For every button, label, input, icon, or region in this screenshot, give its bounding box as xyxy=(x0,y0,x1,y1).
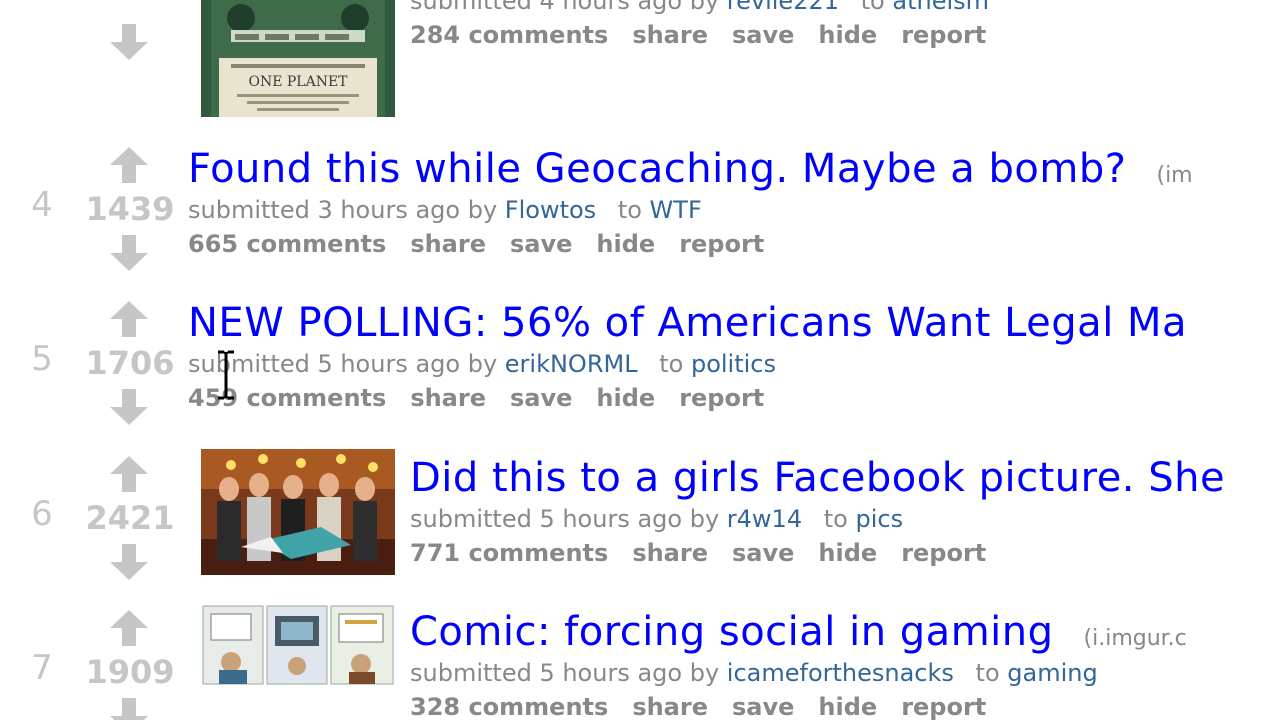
comments-link[interactable]: 665 comments xyxy=(188,230,386,258)
post-buttons: 771 comments share save hide report xyxy=(410,536,1255,570)
report-button[interactable]: report xyxy=(679,384,764,412)
post-buttons: 328 comments share save hide report xyxy=(410,690,1187,720)
subreddit-link[interactable]: gaming xyxy=(1007,659,1097,687)
save-button[interactable]: save xyxy=(732,539,794,567)
submitted-text: submitted 5 hours ago by xyxy=(410,505,720,533)
post-thumbnail[interactable] xyxy=(201,604,395,686)
thumbnail-image xyxy=(201,449,395,575)
post-thumbnail[interactable]: ONE PLANET xyxy=(201,0,395,117)
report-button[interactable]: report xyxy=(901,693,986,720)
post-rank: 5 xyxy=(31,339,53,379)
to-text: to xyxy=(860,0,885,15)
post-entry: submitted 4 hours ago by revlle221 to at… xyxy=(410,0,1010,52)
hide-button[interactable]: hide xyxy=(818,539,877,567)
vote-column xyxy=(78,0,182,74)
reddit-listing: ONE PLANET submitted 4 hours ago by revl… xyxy=(0,0,1280,720)
vote-column: 1909 xyxy=(78,608,182,720)
upvote-arrow-icon[interactable] xyxy=(107,299,151,339)
vote-column: 1706 xyxy=(78,299,182,439)
author-link[interactable]: r4w14 xyxy=(727,505,802,533)
post-domain[interactable]: (i.imgur.c xyxy=(1084,626,1187,651)
thumbnail-image: ONE PLANET xyxy=(201,0,395,117)
upvote-arrow-icon[interactable] xyxy=(107,454,151,494)
to-text: to xyxy=(617,196,642,224)
post-title-link[interactable]: Did this to a girls Facebook picture. Sh… xyxy=(410,454,1255,502)
post-rank: 6 xyxy=(31,494,53,534)
share-button[interactable]: share xyxy=(632,693,708,720)
to-text: to xyxy=(659,350,684,378)
downvote-arrow-icon[interactable] xyxy=(107,233,151,273)
subreddit-link[interactable]: WTF xyxy=(650,196,702,224)
to-text: to xyxy=(975,659,1000,687)
text-cursor-icon xyxy=(218,350,234,400)
author-link[interactable]: icameforthesnacks xyxy=(727,659,954,687)
downvote-arrow-icon[interactable] xyxy=(107,542,151,582)
post-title[interactable]: NEW POLLING: 56% of Americans Want Legal… xyxy=(188,300,1187,346)
post-entry: Comic: forcing social in gaming (i.imgur.… xyxy=(410,608,1187,720)
post-score: 1706 xyxy=(85,344,175,382)
submitted-text: submitted 4 hours ago by xyxy=(410,0,720,15)
submitted-text: submitted 5 hours ago by xyxy=(410,659,720,687)
post-tagline: submitted 5 hours ago by erikNORML to po… xyxy=(188,347,1217,381)
post-buttons: 284 comments share save hide report xyxy=(410,18,1010,52)
post-title[interactable]: Comic: forcing social in gaming xyxy=(410,609,1054,655)
submitted-text: submitted 3 hours ago by xyxy=(188,196,498,224)
downvote-arrow-icon[interactable] xyxy=(107,387,151,427)
comments-link[interactable]: 284 comments xyxy=(410,21,608,49)
save-button[interactable]: save xyxy=(732,693,794,720)
subreddit-link[interactable]: pics xyxy=(855,505,903,533)
subreddit-link[interactable]: atheism xyxy=(892,0,989,15)
post-tagline: submitted 3 hours ago by Flowtos to WTF xyxy=(188,193,1193,227)
post-buttons: 459 comments share save hide report xyxy=(188,381,1217,415)
save-button[interactable]: save xyxy=(510,384,572,412)
save-button[interactable]: save xyxy=(510,230,572,258)
report-button[interactable]: report xyxy=(901,539,986,567)
save-button[interactable]: save xyxy=(732,21,794,49)
post-score: 2421 xyxy=(85,499,175,537)
subreddit-link[interactable]: politics xyxy=(691,350,776,378)
post-score: 1909 xyxy=(85,653,175,691)
post-rank: 7 xyxy=(31,648,53,688)
hide-button[interactable]: hide xyxy=(596,230,655,258)
post-title[interactable]: Found this while Geocaching. Maybe a bom… xyxy=(188,146,1126,192)
post-entry: Found this while Geocaching. Maybe a bom… xyxy=(188,145,1193,261)
report-button[interactable]: report xyxy=(901,21,986,49)
author-link[interactable]: Flowtos xyxy=(505,196,596,224)
vote-column: 1439 xyxy=(78,145,182,285)
thumbnail-image xyxy=(201,604,395,686)
post-title-link[interactable]: Found this while Geocaching. Maybe a bom… xyxy=(188,145,1193,193)
hide-button[interactable]: hide xyxy=(596,384,655,412)
thumbnail-caption: ONE PLANET xyxy=(248,74,348,90)
comments-link[interactable]: 771 comments xyxy=(410,539,608,567)
report-button[interactable]: report xyxy=(679,230,764,258)
post-score: 1439 xyxy=(85,190,175,228)
share-button[interactable]: share xyxy=(410,230,486,258)
post-title-link[interactable]: NEW POLLING: 56% of Americans Want Legal… xyxy=(188,299,1217,347)
post-tagline: submitted 5 hours ago by r4w14 to pics xyxy=(410,502,1255,536)
to-text: to xyxy=(823,505,848,533)
post-entry: NEW POLLING: 56% of Americans Want Legal… xyxy=(188,299,1217,415)
downvote-arrow-icon[interactable] xyxy=(107,22,151,62)
post-entry: Did this to a girls Facebook picture. Sh… xyxy=(410,454,1255,570)
post-domain[interactable]: (im xyxy=(1156,163,1192,188)
post-title[interactable]: Did this to a girls Facebook picture. Sh… xyxy=(410,455,1225,501)
upvote-arrow-icon[interactable] xyxy=(107,608,151,648)
share-button[interactable]: share xyxy=(632,539,708,567)
author-link[interactable]: erikNORML xyxy=(505,350,638,378)
downvote-arrow-icon[interactable] xyxy=(107,696,151,720)
post-tagline: submitted 4 hours ago by revlle221 to at… xyxy=(410,0,1010,18)
comments-link[interactable]: 328 comments xyxy=(410,693,608,720)
hide-button[interactable]: hide xyxy=(818,21,877,49)
post-buttons: 665 comments share save hide report xyxy=(188,227,1193,261)
post-title-link[interactable]: Comic: forcing social in gaming (i.imgur.… xyxy=(410,608,1187,656)
hide-button[interactable]: hide xyxy=(818,693,877,720)
share-button[interactable]: share xyxy=(632,21,708,49)
share-button[interactable]: share xyxy=(410,384,486,412)
post-tagline: submitted 5 hours ago by icameforthesnac… xyxy=(410,656,1187,690)
upvote-arrow-icon[interactable] xyxy=(107,145,151,185)
post-rank: 4 xyxy=(31,185,53,225)
post-thumbnail[interactable] xyxy=(201,449,395,575)
author-link[interactable]: revlle221 xyxy=(727,0,839,15)
vote-column: 2421 xyxy=(78,454,182,594)
